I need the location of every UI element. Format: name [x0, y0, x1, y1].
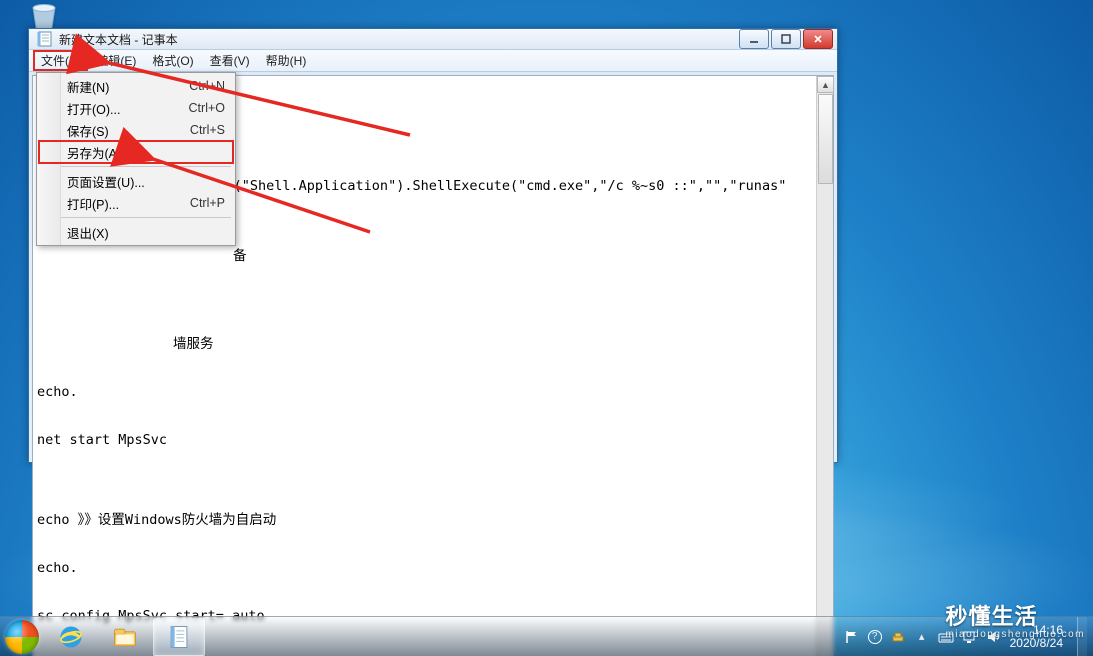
minimize-button[interactable]	[739, 29, 769, 49]
menu-item-new[interactable]: 新建(N) Ctrl+N	[39, 75, 233, 97]
notepad-icon	[37, 31, 53, 47]
taskbar: ? ▴ 14:16 2020/8/24	[0, 616, 1093, 656]
vertical-scrollbar[interactable]: ▲ ▼	[816, 76, 833, 656]
start-button[interactable]	[0, 617, 44, 656]
watermark-sub: miaodongshenghuo.com	[945, 629, 1085, 640]
text-line: 墙服务	[173, 336, 815, 352]
scroll-thumb[interactable]	[818, 94, 833, 184]
menu-item-save-as[interactable]: 另存为(A)...	[39, 141, 233, 163]
taskbar-notepad-icon[interactable]	[153, 618, 205, 656]
menu-accel: Ctrl+N	[189, 79, 225, 93]
menu-label: 新建(N)	[67, 77, 189, 96]
maximize-button[interactable]	[771, 29, 801, 49]
menu-item-open[interactable]: 打开(O)... Ctrl+O	[39, 97, 233, 119]
file-menu-dropdown: 新建(N) Ctrl+N 打开(O)... Ctrl+O 保存(S) Ctrl+…	[36, 72, 236, 246]
desktop: 新建文本文档 - 记事本 文件(F) 编辑(E) 格式(O) 查看(V) 帮助(…	[0, 0, 1093, 656]
menu-label: 页面设置(U)...	[67, 172, 225, 191]
watermark: 秒懂生活 miaodongshenghuo.com	[945, 599, 1085, 640]
menu-item-page-setup[interactable]: 页面设置(U)...	[39, 170, 233, 192]
menu-label: 退出(X)	[67, 223, 225, 242]
titlebar[interactable]: 新建文本文档 - 记事本	[29, 29, 837, 50]
close-button[interactable]	[803, 29, 833, 49]
menu-item-exit[interactable]: 退出(X)	[39, 221, 233, 243]
text-line: echo.	[37, 384, 815, 400]
taskbar-ie-icon[interactable]	[45, 618, 97, 656]
text-line: echo.	[37, 560, 815, 576]
menu-item-print[interactable]: 打印(P)... Ctrl+P	[39, 192, 233, 214]
menu-accel: Ctrl+O	[189, 101, 225, 115]
tray-help-icon[interactable]: ?	[868, 630, 882, 644]
window-title: 新建文本文档 - 记事本	[59, 31, 178, 48]
menu-file[interactable]: 文件(F)	[33, 50, 88, 71]
menubar: 文件(F) 编辑(E) 格式(O) 查看(V) 帮助(H)	[29, 50, 837, 72]
text-line: echo 》》设置Windows防火墙为自启动	[37, 512, 815, 528]
menu-item-save[interactable]: 保存(S) Ctrl+S	[39, 119, 233, 141]
menu-help[interactable]: 帮助(H)	[258, 50, 315, 71]
menu-separator	[41, 217, 231, 218]
menu-accel: Ctrl+S	[190, 123, 225, 137]
watermark-main: 秒懂生活	[945, 604, 1037, 629]
menu-label: 打开(O)...	[67, 99, 189, 118]
menu-label: 另存为(A)...	[67, 143, 225, 162]
menu-view[interactable]: 查看(V)	[202, 50, 258, 71]
tray-tool-icon[interactable]	[890, 629, 906, 645]
taskbar-explorer-icon[interactable]	[99, 618, 151, 656]
text-line: 备	[233, 248, 815, 264]
text-line: net start MpsSvc	[37, 432, 815, 448]
tray-chevron-up-icon[interactable]: ▴	[914, 629, 930, 645]
menu-label: 保存(S)	[67, 121, 190, 140]
menu-format[interactable]: 格式(O)	[144, 50, 201, 71]
menu-edit[interactable]: 编辑(E)	[88, 50, 144, 71]
text-line: bject("Shell.Application").ShellExecute(…	[193, 178, 815, 194]
menu-accel: Ctrl+P	[190, 196, 225, 210]
tray-flag-icon[interactable]	[844, 629, 860, 645]
scroll-up-button[interactable]: ▲	[817, 76, 834, 93]
menu-label: 打印(P)...	[67, 194, 190, 213]
menu-separator	[41, 166, 231, 167]
